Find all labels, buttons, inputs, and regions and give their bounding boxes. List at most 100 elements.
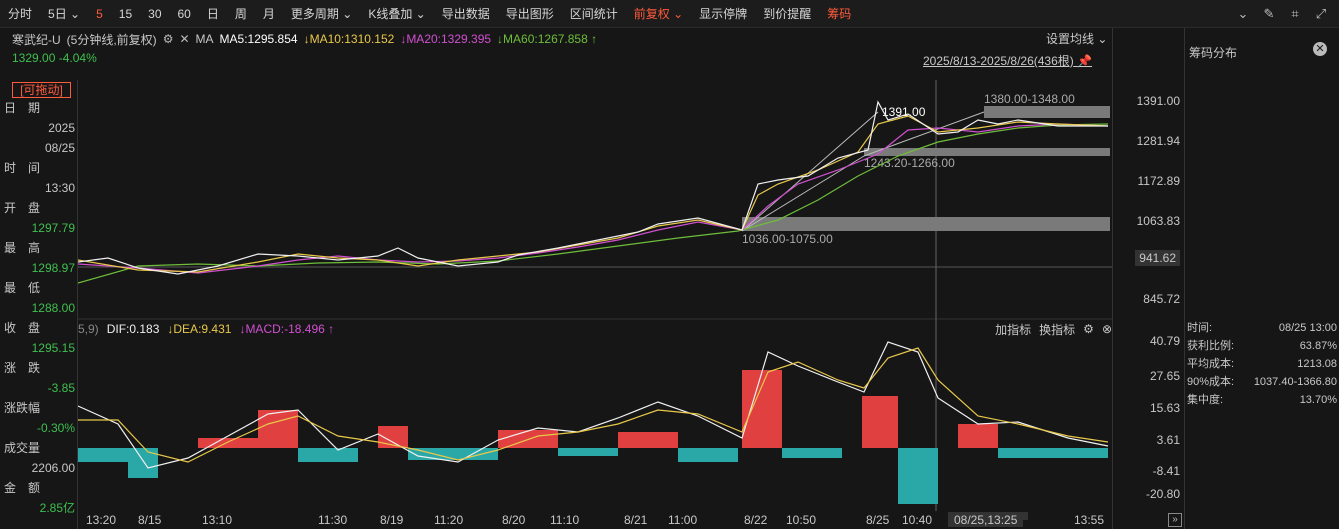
chips-button[interactable]: 筹码 <box>819 0 859 28</box>
close-icon[interactable]: ✕ <box>1313 42 1327 56</box>
date-range[interactable]: 2025/8/13-2025/8/26(436根) 📌 <box>923 52 1092 70</box>
close-icon[interactable]: ✕ <box>179 32 189 46</box>
zone-top-box <box>984 106 1110 118</box>
export-data-button[interactable]: 导出数据 <box>434 0 498 28</box>
date-label: 日 期 <box>4 101 41 115</box>
pin-icon: 📌 <box>1077 54 1093 68</box>
crop-icon[interactable]: ⌗ <box>1287 6 1303 22</box>
tab-60min[interactable]: 60 <box>170 0 199 28</box>
tab-5min[interactable]: 5 <box>88 0 111 28</box>
x-label: 11:10 <box>550 513 580 527</box>
x-label: 8/25 <box>866 513 890 527</box>
kline-chart[interactable]: 1380.00-1348.00 1243.20-1266.00 1036.00-… <box>78 80 1112 520</box>
axis-price-4: 1063.83 <box>1136 214 1180 228</box>
close-icon[interactable]: ⊗ <box>1102 322 1112 336</box>
chips-profit-label: 获利比例: <box>1187 340 1235 352</box>
price-change: 1329.00 -4.04% <box>12 51 97 65</box>
chevron-down-circle-icon[interactable]: ⌄ <box>1235 6 1251 22</box>
axis-price-2: 1281.94 <box>1136 134 1180 148</box>
x-label: 10:50 <box>786 513 817 527</box>
x-label: 10:40 <box>902 513 933 527</box>
show-halt-button[interactable]: 显示停牌 <box>691 0 755 28</box>
low-label: 最 低 <box>4 281 41 295</box>
x-label: 13:55 <box>1074 513 1105 527</box>
amount-label: 金 额 <box>4 481 41 495</box>
chips-conc-label: 集中度: <box>1187 394 1224 406</box>
axis-price-1: 1391.00 <box>1136 94 1180 108</box>
chips-avg-label: 平均成本: <box>1187 358 1235 370</box>
tab-week[interactable]: 周 <box>227 0 255 28</box>
macd-legend: 5,9) DIF:0.183 ↓DEA:9.431 ↓MACD:-18.496 … <box>78 321 1112 338</box>
scroll-right-button[interactable]: » <box>1168 513 1182 527</box>
close-value: 1295.15 <box>31 341 75 355</box>
axis-macd-1: 40.79 <box>1149 334 1180 348</box>
tab-month[interactable]: 月 <box>255 0 283 28</box>
zone-mid-label: 1243.20-1266.00 <box>864 156 955 170</box>
adjust-mode-menu[interactable]: 前复权 ⌄ <box>626 0 691 28</box>
ma5-value: MA5:1295.854 <box>219 32 298 46</box>
tab-30min[interactable]: 30 <box>140 0 169 28</box>
open-value: 1297.79 <box>31 221 75 235</box>
amount-value: 2.85亿 <box>39 501 75 515</box>
x-label: 8/22 <box>744 513 768 527</box>
axis-macd-3: 15.63 <box>1149 401 1180 415</box>
chips-c90-value: 1037.40-1366.80 <box>1253 376 1337 388</box>
drag-handle[interactable]: [可拖动] <box>12 82 71 98</box>
axis-macd-4: 3.61 <box>1156 433 1180 447</box>
chips-time-label: 时间: <box>1187 322 1213 334</box>
ma20-line <box>78 123 1109 274</box>
settings-icon[interactable]: ⚙ <box>163 32 174 46</box>
tab-15min[interactable]: 15 <box>111 0 140 28</box>
kline-overlay-menu[interactable]: K线叠加 ⌄ <box>360 0 433 28</box>
tab-day[interactable]: 日 <box>199 0 227 28</box>
toolbar-right: ⌄ ✎ ⌗ ⤢ <box>1235 0 1329 28</box>
zone-low-box <box>742 217 1110 231</box>
ma-settings-button[interactable]: 设置均线 ⌄ <box>1046 30 1107 48</box>
year-value: 2025 <box>48 121 75 135</box>
chips-title: 筹码分布 <box>1189 46 1238 60</box>
crosshair-time-label: 08/25,13:25 <box>948 513 1024 527</box>
tab-fenshi[interactable]: 分时 <box>0 0 40 28</box>
tab-more-periods[interactable]: 更多周期 ⌄ <box>283 0 360 28</box>
ma60-line <box>78 123 1109 284</box>
axis-price-6: 845.72 <box>1143 292 1180 306</box>
x-label: 13:10 <box>202 513 233 527</box>
side-panel: [可拖动] 日 期 2025 08/25 时 间 13:30 开 盘 1297.… <box>0 80 78 529</box>
export-image-button[interactable]: 导出图形 <box>498 0 562 28</box>
zone-top-label: 1380.00-1348.00 <box>984 92 1075 106</box>
chips-conc-value: 13.70% <box>1299 394 1337 406</box>
chips-stats: 时间: 08/25 13:00 获利比例: 63.87% 平均成本: 1213.08 … <box>1187 319 1337 409</box>
x-label: 13:20 <box>86 513 117 527</box>
swap-indicator-button[interactable]: 换指标 <box>1039 321 1075 338</box>
range-stats-button[interactable]: 区间统计 <box>562 0 626 28</box>
pen-icon[interactable]: ✎ <box>1261 6 1277 22</box>
ma10-value: ↓MA10:1310.152 <box>303 32 395 46</box>
x-label: 11:30 <box>318 513 348 527</box>
x-label: 8/21 <box>624 513 648 527</box>
axis-macd-2: 27.65 <box>1149 369 1180 383</box>
x-label: 8/15 <box>138 513 162 527</box>
fullscreen-icon[interactable]: ⤢ <box>1313 6 1329 22</box>
chips-panel: 筹码分布 ✕ 时间: 08/25 13:00 获利比例: 63.87% 平均成本: 1… <box>1184 28 1339 529</box>
x-label: 11:00 <box>668 513 698 527</box>
axis-macd-6: -20.80 <box>1145 487 1180 501</box>
gear-icon[interactable]: ⚙ <box>1083 322 1094 336</box>
volume-value: 2206.00 <box>31 461 75 475</box>
add-indicator-button[interactable]: 加指标 <box>995 321 1031 338</box>
ma60-value: ↓MA60:1267.858 ↑ <box>497 32 598 46</box>
open-label: 开 盘 <box>4 201 41 215</box>
ma-legend: 寒武纪-U (5分钟线,前复权) ⚙ ✕ MA MA5:1295.854 ↓MA… <box>12 30 597 48</box>
pct-value: -0.30% <box>36 421 75 435</box>
axis-macd-5: -8.41 <box>1152 464 1180 478</box>
axis-price-3: 1172.89 <box>1137 174 1181 188</box>
tab-5day[interactable]: 5日 ⌄ <box>40 0 88 28</box>
x-label: 8/19 <box>380 513 404 527</box>
price-alert-button[interactable]: 到价提醒 <box>755 0 819 28</box>
high-value: 1298.97 <box>31 261 75 275</box>
chart-mode: (5分钟线,前复权) <box>66 32 157 47</box>
change-value: -3.85 <box>47 381 75 395</box>
low-value: 1288.00 <box>31 301 75 315</box>
x-label: 11:20 <box>434 513 464 527</box>
dif-value: DIF:0.183 <box>106 322 160 336</box>
volume-label: 成交量 <box>4 441 41 455</box>
